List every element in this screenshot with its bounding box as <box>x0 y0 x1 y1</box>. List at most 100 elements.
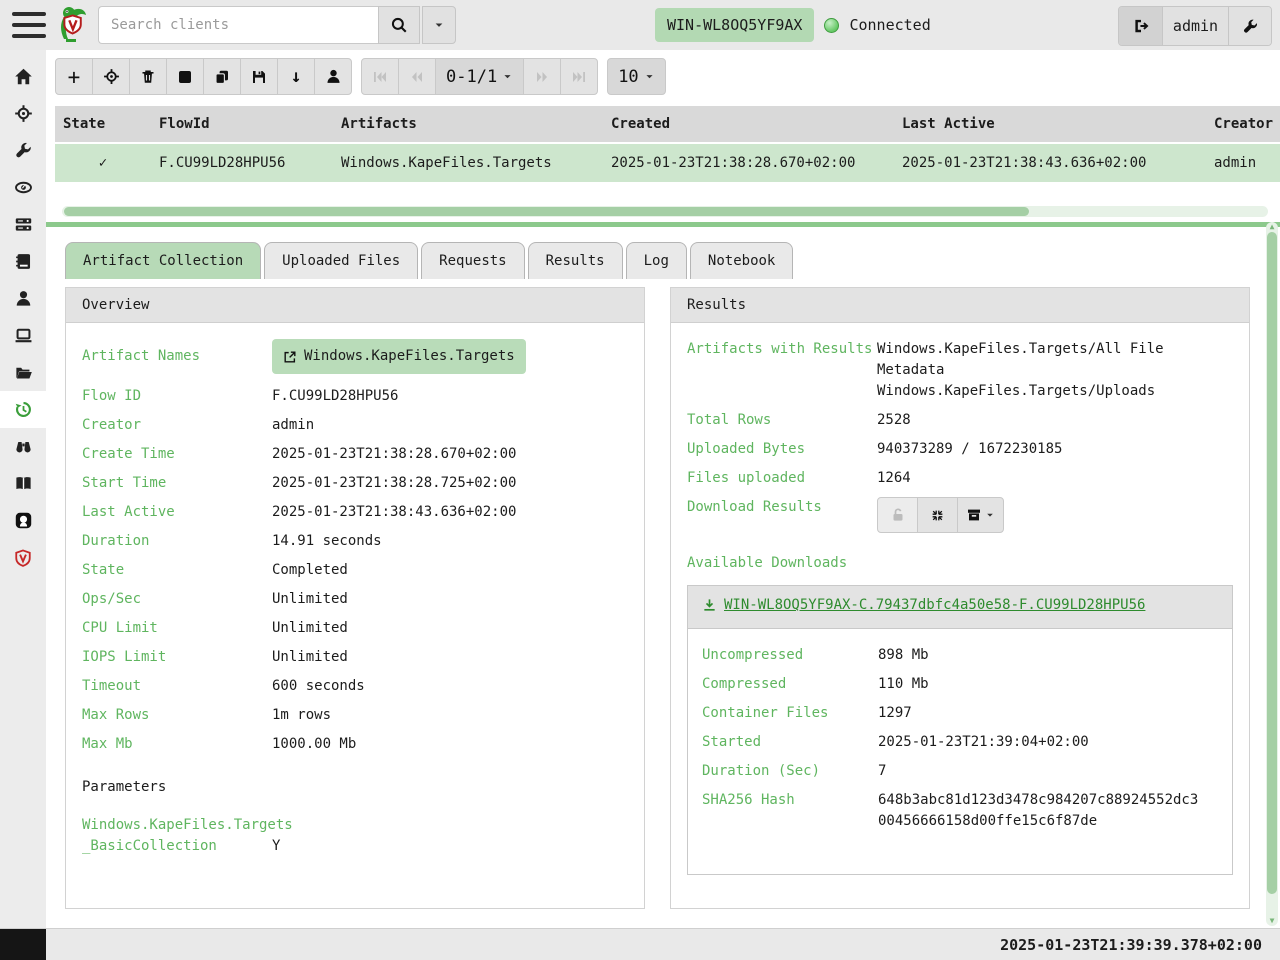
server-timestamp: 2025-01-23T21:39:39.378+02:00 <box>1000 936 1262 954</box>
field-label: Total Rows <box>687 410 877 431</box>
caret-down-icon <box>433 19 445 31</box>
delete-flow-button[interactable] <box>129 58 167 95</box>
sidebar-item-client-events[interactable] <box>0 169 46 206</box>
field-label: Flow ID <box>82 386 272 407</box>
sidebar-item-vfs[interactable] <box>0 354 46 391</box>
field-label: Compressed <box>702 674 878 695</box>
save-collection-button[interactable] <box>240 58 278 95</box>
page-range-label: 0-1/1 <box>446 67 497 87</box>
field-label: Max Mb <box>82 734 272 755</box>
horizontal-scrollbar[interactable] <box>62 206 1268 217</box>
overview-card-title: Overview <box>66 288 644 323</box>
overview-row-artifact-names: Artifact Names Windows.KapeFiles.Targets <box>82 339 628 374</box>
last-page-button[interactable] <box>560 58 598 95</box>
download-flow-button[interactable]: ↓ <box>277 58 315 95</box>
field-value: 110 Mb <box>878 674 1200 695</box>
stop-flow-button[interactable] <box>166 58 204 95</box>
scroll-up-arrow-icon[interactable]: ▲ <box>1266 222 1278 231</box>
prepare-download-button[interactable] <box>957 497 1004 533</box>
overview-row: Start Time2025-01-23T21:38:28.725+02:00 <box>82 473 628 494</box>
tab-artifact-collection[interactable]: Artifact Collection <box>65 242 261 279</box>
field-value: 2025-01-23T21:38:28.725+02:00 <box>272 473 516 494</box>
field-label: Download Results <box>687 497 877 518</box>
sidebar-item-search[interactable] <box>0 428 46 465</box>
field-label: Uploaded Bytes <box>687 439 877 460</box>
prev-page-button[interactable] <box>398 58 436 95</box>
password-lock-button[interactable] <box>877 497 918 533</box>
hamburger-icon[interactable] <box>12 12 46 38</box>
collapse-button[interactable] <box>917 497 958 533</box>
scroll-down-arrow-icon[interactable]: ▼ <box>1266 916 1278 925</box>
copy-flow-button[interactable] <box>203 58 241 95</box>
add-to-hunt-button[interactable] <box>92 58 130 95</box>
sidebar-item-collected-artifacts[interactable] <box>0 391 46 428</box>
column-header-created: Created <box>603 106 894 143</box>
overview-row: Flow IDF.CU99LD28HPU56 <box>82 386 628 407</box>
search-input[interactable] <box>98 6 378 44</box>
flow-creator-cell: admin <box>1206 143 1280 182</box>
tab-notebook[interactable]: Notebook <box>690 242 793 279</box>
artifact-link-badge[interactable]: Windows.KapeFiles.Targets <box>272 339 526 374</box>
sidebar-item-github[interactable] <box>0 502 46 539</box>
prev-page-icon <box>409 69 425 85</box>
logout-button[interactable] <box>1119 7 1163 45</box>
horizontal-scrollbar-thumb[interactable] <box>64 207 1029 216</box>
tab-requests[interactable]: Requests <box>421 242 524 279</box>
page-size-dropdown[interactable]: 10 <box>607 58 665 95</box>
address-book-icon <box>14 252 33 271</box>
flow-user-button[interactable] <box>314 58 352 95</box>
sidebar-item-docs[interactable] <box>0 465 46 502</box>
flow-last-active-cell: 2025-01-23T21:38:43.636+02:00 <box>894 143 1206 182</box>
page-range-dropdown[interactable]: 0-1/1 <box>435 58 524 95</box>
next-page-button[interactable] <box>523 58 561 95</box>
field-value: admin <box>272 415 314 436</box>
folder-open-icon <box>14 363 33 382</box>
field-value: 940373289 / 1672230185 <box>877 439 1062 460</box>
flow-created-cell: 2025-01-23T21:38:28.670+02:00 <box>603 143 894 182</box>
last-page-icon <box>571 69 587 85</box>
field-label: Files uploaded <box>687 468 877 489</box>
table-row-selected[interactable]: ✓ F.CU99LD28HPU56 Windows.KapeFiles.Targ… <box>55 143 1280 182</box>
tab-uploaded-files[interactable]: Uploaded Files <box>264 242 418 279</box>
sidebar-item-server-artifacts[interactable] <box>0 243 46 280</box>
search-button[interactable] <box>378 6 420 44</box>
new-collection-button[interactable]: + <box>55 58 93 95</box>
download-row: Compressed110 Mb <box>702 674 1218 695</box>
search-options-button[interactable] <box>422 6 456 44</box>
client-id-badge[interactable]: WIN-WL8OQ5YF9AX <box>655 8 814 42</box>
field-label: Create Time <box>82 444 272 465</box>
caret-down-icon <box>985 510 995 520</box>
save-icon <box>251 69 267 85</box>
download-row: Uncompressed898 Mb <box>702 645 1218 666</box>
download-file-link[interactable]: WIN-WL8OQ5YF9AX-C.79437dbfc4a50e58-F.CU9… <box>702 597 1145 613</box>
vertical-scrollbar[interactable]: ▲ ▼ <box>1266 222 1278 926</box>
overview-row: Creatoradmin <box>82 415 628 436</box>
overview-row: Last Active2025-01-23T21:38:43.636+02:00 <box>82 502 628 523</box>
column-header-flowid: FlowId <box>151 106 333 143</box>
velociraptor-logo[interactable] <box>52 5 90 45</box>
sidebar-item-hunt[interactable] <box>0 95 46 132</box>
vertical-scrollbar-thumb[interactable] <box>1267 232 1277 894</box>
field-label: Creator <box>82 415 272 436</box>
available-downloads-label: Available Downloads <box>687 555 1233 571</box>
available-download-card: WIN-WL8OQ5YF9AX-C.79437dbfc4a50e58-F.CU9… <box>687 585 1233 875</box>
sidebar-item-server-events[interactable] <box>0 206 46 243</box>
first-page-button[interactable] <box>361 58 399 95</box>
field-value: Unlimited <box>272 589 348 610</box>
sidebar-item-artifacts[interactable] <box>0 132 46 169</box>
field-value: 14.91 seconds <box>272 531 382 552</box>
tab-log[interactable]: Log <box>626 242 687 279</box>
next-page-icon <box>534 69 550 85</box>
field-value: Unlimited <box>272 647 348 668</box>
field-label: Max Rows <box>82 705 272 726</box>
sidebar-item-host-info[interactable] <box>0 317 46 354</box>
settings-button[interactable] <box>1229 7 1271 45</box>
download-row: Started2025-01-23T21:39:04+02:00 <box>702 732 1218 753</box>
user-menu-button[interactable]: admin <box>1163 7 1229 45</box>
sidebar-item-users[interactable] <box>0 280 46 317</box>
field-label: Artifact Names <box>82 346 272 367</box>
sidebar-item-home[interactable] <box>0 58 46 95</box>
tab-results[interactable]: Results <box>528 242 623 279</box>
sidebar-item-velociraptor-shield[interactable] <box>0 539 46 576</box>
caret-down-icon <box>502 71 513 82</box>
